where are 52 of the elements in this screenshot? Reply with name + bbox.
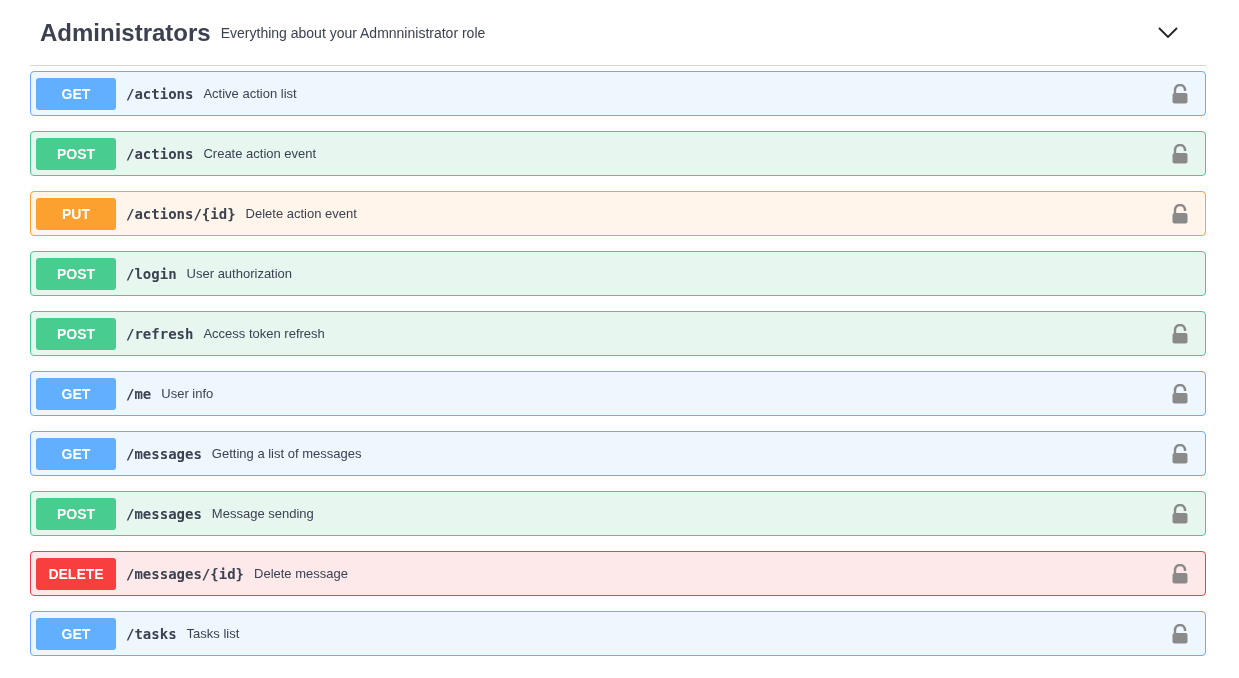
endpoint-path: /messages: [126, 445, 202, 462]
operation-row[interactable]: POST /login User authorization: [30, 251, 1206, 296]
endpoint-path: /actions: [126, 145, 194, 162]
padlock-icon[interactable]: [1172, 143, 1188, 164]
padlock-icon[interactable]: [1172, 383, 1188, 404]
endpoint-path: /refresh: [126, 325, 194, 342]
padlock-icon[interactable]: [1172, 563, 1188, 584]
endpoint-path: /messages/{id}: [126, 565, 244, 582]
method-badge: POST: [36, 257, 116, 290]
operation-row[interactable]: DELETE /messages/{id} Delete message: [30, 551, 1206, 596]
endpoint-summary: Delete message: [254, 566, 349, 581]
operation-row[interactable]: GET /me User info: [30, 371, 1206, 416]
padlock-icon[interactable]: [1172, 323, 1188, 344]
method-badge: GET: [36, 437, 116, 470]
padlock-icon[interactable]: [1172, 503, 1188, 524]
method-badge: DELETE: [36, 557, 116, 590]
endpoint-path: /tasks: [126, 625, 177, 642]
section-title: Administrators: [40, 18, 211, 47]
method-badge: POST: [36, 317, 116, 350]
method-badge: GET: [36, 377, 116, 410]
method-badge: GET: [36, 77, 116, 110]
operation-row[interactable]: POST /refresh Access token refresh: [30, 311, 1206, 356]
operation-row[interactable]: POST /messages Message sending: [30, 491, 1206, 536]
padlock-icon[interactable]: [1172, 83, 1188, 104]
endpoint-summary: Message sending: [211, 506, 315, 521]
endpoint-summary: Getting a list of messages: [211, 446, 363, 461]
endpoint-summary: Tasks list: [186, 626, 241, 641]
endpoint-summary: Delete action event: [245, 206, 358, 221]
endpoint-summary: Create action event: [203, 146, 318, 161]
endpoint-summary: Access token refresh: [203, 326, 326, 341]
section-description: Everything about your Admnninistrator role: [220, 24, 487, 41]
endpoint-path: /me: [126, 385, 152, 402]
padlock-icon[interactable]: [1172, 623, 1188, 644]
method-badge: PUT: [36, 197, 116, 230]
endpoint-path: /actions/{id}: [126, 205, 236, 222]
chevron-down-icon[interactable]: [1158, 26, 1178, 39]
operation-row[interactable]: PUT /actions/{id} Delete action event: [30, 191, 1206, 236]
operation-row[interactable]: POST /actions Create action event: [30, 131, 1206, 176]
endpoint-path: /login: [126, 265, 177, 282]
endpoint-summary: User authorization: [186, 266, 294, 281]
operation-row[interactable]: GET /tasks Tasks list: [30, 611, 1206, 656]
method-badge: POST: [36, 137, 116, 170]
endpoint-summary: Active action list: [203, 86, 298, 101]
method-badge: POST: [36, 497, 116, 530]
endpoint-path: /messages: [126, 505, 202, 522]
endpoint-path: /actions: [126, 85, 194, 102]
endpoint-summary: User info: [161, 386, 215, 401]
padlock-icon[interactable]: [1172, 443, 1188, 464]
operation-row[interactable]: GET /actions Active action list: [30, 71, 1206, 116]
operation-row[interactable]: GET /messages Getting a list of messages: [30, 431, 1206, 476]
method-badge: GET: [36, 617, 116, 650]
padlock-icon[interactable]: [1172, 203, 1188, 224]
